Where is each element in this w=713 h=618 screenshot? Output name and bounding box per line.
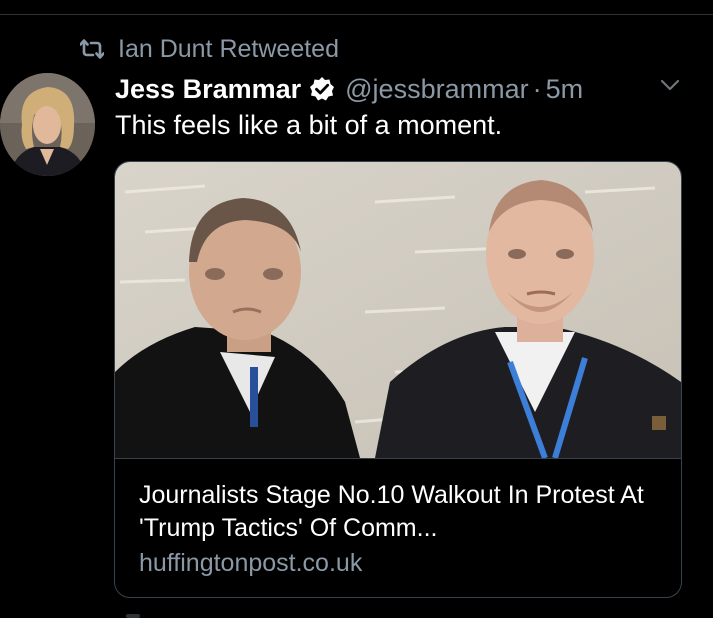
- avatar[interactable]: [0, 73, 95, 176]
- tweet-timestamp[interactable]: 5m: [546, 74, 584, 105]
- verified-badge-icon: [309, 76, 335, 102]
- retweet-label: Ian Dunt Retweeted: [118, 34, 339, 63]
- card-divider: [115, 458, 681, 459]
- retweet-icon: [80, 38, 104, 60]
- header-separator: ·: [532, 73, 542, 104]
- chevron-down-icon[interactable]: [659, 78, 681, 97]
- avatar-image: [0, 73, 95, 176]
- tweet-header: Jess Brammar @jessbrammar · 5m: [115, 70, 583, 108]
- retweet-context[interactable]: Ian Dunt Retweeted: [80, 34, 339, 64]
- tweet-text: This feels like a bit of a moment.: [115, 110, 503, 140]
- top-divider: [0, 14, 713, 15]
- next-row-edge: [126, 614, 140, 618]
- link-card[interactable]: Journalists Stage No.10 Walkout In Prote…: [114, 161, 682, 598]
- card-image: [115, 162, 681, 460]
- card-domain: huffingtonpost.co.uk: [139, 549, 363, 577]
- author-handle[interactable]: @jessbrammar: [345, 74, 528, 105]
- author-name[interactable]: Jess Brammar: [115, 74, 301, 105]
- card-title: Journalists Stage No.10 Walkout In Prote…: [139, 481, 644, 542]
